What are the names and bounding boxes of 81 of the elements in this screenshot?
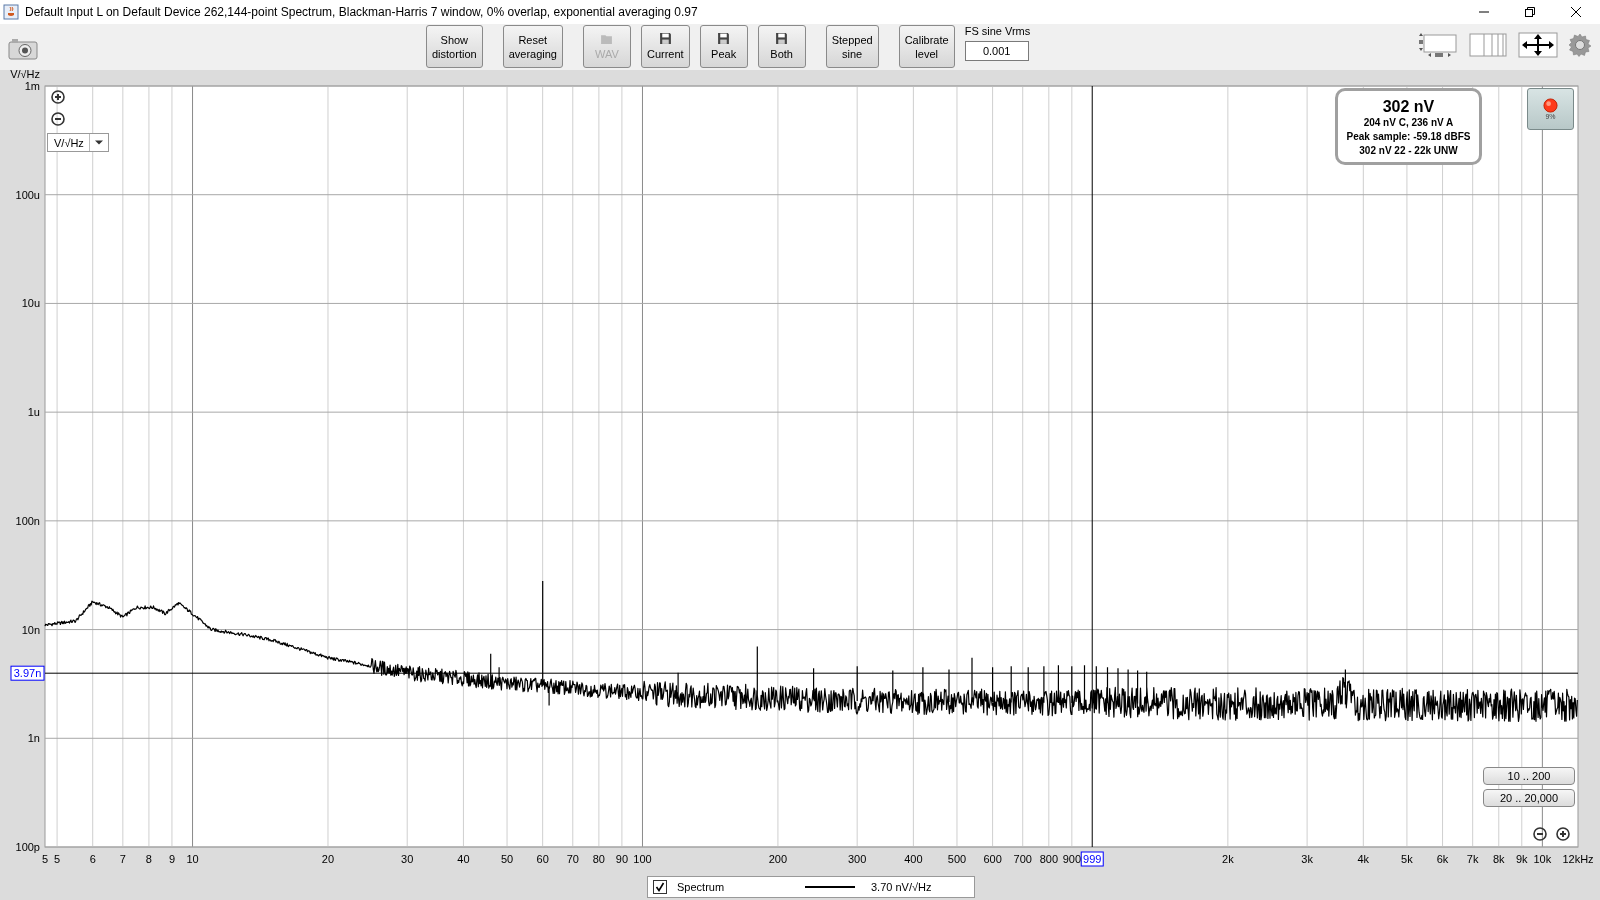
- x-axis-label: 2k: [1222, 853, 1234, 865]
- move-arrows-icon[interactable]: [1518, 32, 1558, 58]
- x-axis-label: 6k: [1436, 853, 1449, 865]
- x-axis-label: 8: [145, 853, 152, 865]
- zoom-in-icon[interactable]: [51, 90, 65, 104]
- zoom-out-icon[interactable]: [1533, 827, 1547, 841]
- y-axis-unit: V/√Hz: [10, 70, 40, 80]
- legend-label: Spectrum: [677, 881, 726, 893]
- x-axis-label: 90: [615, 853, 628, 865]
- cursor-line[interactable]: [1091, 85, 1093, 848]
- x-axis-label: 5: [54, 853, 61, 865]
- cursor-value-label: 3.97n: [10, 665, 45, 681]
- checkbox[interactable]: [653, 880, 667, 894]
- x-axis-label: 3k: [1301, 853, 1313, 865]
- restore-icon[interactable]: [1524, 6, 1536, 18]
- x-axis-label: 7k: [1466, 853, 1479, 865]
- x-axis-label: 700: [1013, 853, 1032, 865]
- toolbar-button[interactable]: Peak: [699, 25, 748, 68]
- x-axis-label: 9k: [1515, 853, 1528, 865]
- x-axis-label: 10k: [1533, 853, 1552, 865]
- cursor-line[interactable]: [44, 672, 1579, 674]
- x-axis-label: 50: [500, 853, 514, 865]
- y-axis-label: 100u: [15, 188, 40, 201]
- y-axis-label: 1u: [27, 406, 40, 419]
- toolbar-button[interactable]: Stepped sine: [825, 25, 879, 68]
- unit-dropdown[interactable]: V/√Hz: [47, 133, 109, 152]
- y-axis-label: 1m: [24, 80, 40, 92]
- x-axis-label: 900: [1062, 853, 1081, 865]
- zoom-out-icon[interactable]: [51, 112, 65, 126]
- x-axis-label: 9: [168, 853, 175, 865]
- toolbar-button[interactable]: Both: [757, 25, 806, 68]
- x-axis-label: 30: [401, 853, 414, 865]
- cursor-value-label: 999: [1080, 851, 1104, 867]
- toolbar-button[interactable]: Current: [640, 25, 690, 68]
- readout-detail: 204 nV C, 236 nV A: [1363, 116, 1454, 130]
- window-title: Default Input L on Default Device 262,144-point Spectrum, Blackman-Harris 7 window, 0% overlap, exponential averaging 0.97: [25, 5, 698, 19]
- x-axis-label: 300: [848, 853, 867, 865]
- x-axis-label: 400: [904, 853, 923, 865]
- x-axis-label: 5: [41, 853, 49, 865]
- x-axis-label: 600: [983, 853, 1002, 865]
- y-axis-label: 10n: [21, 623, 40, 636]
- toolbar-button[interactable]: Calibrate level: [898, 25, 955, 68]
- x-axis-label: 100: [633, 853, 652, 865]
- y-axis-label: 1n: [27, 732, 40, 745]
- x-axis-label: 40: [457, 853, 470, 865]
- y-axis-label: 10u: [21, 297, 40, 310]
- zoom-in-icon[interactable]: [1556, 827, 1570, 841]
- x-axis-label: 500: [947, 853, 967, 865]
- x-axis-label: 200: [768, 853, 788, 865]
- folder-icon: [600, 32, 614, 45]
- camera-icon[interactable]: [8, 38, 38, 60]
- x-axis-label: 70: [566, 853, 579, 865]
- readout-detail: Peak sample: -59.18 dBFS: [1346, 130, 1471, 144]
- x-axis-label: 800: [1039, 853, 1058, 865]
- readout-value: 302 nV: [1382, 97, 1435, 116]
- x-axis-label: 80: [592, 853, 605, 865]
- legend-line-icon: [805, 885, 855, 889]
- x-axis-label: 6: [89, 853, 96, 865]
- x-axis-label: 7: [119, 853, 126, 865]
- settings-icon[interactable]: [1568, 33, 1592, 57]
- x-axis-label: 20: [321, 853, 335, 865]
- toolbar-button[interactable]: Reset averaging: [502, 25, 563, 68]
- x-axis-label: 60: [536, 853, 549, 865]
- layout-icon[interactable]: [1418, 32, 1458, 58]
- x-axis-label: 10: [186, 853, 199, 865]
- y-axis-label: 100n: [15, 514, 40, 527]
- toolbar-button[interactable]: Show distortion: [426, 25, 483, 68]
- status-light-icon: [1543, 98, 1558, 113]
- x-axis-label: 12kHz: [1562, 853, 1594, 865]
- legend-reading: 3.70 nV/√Hz: [871, 881, 932, 893]
- readout-detail: 302 nV 22 - 22k UNW: [1359, 144, 1458, 158]
- x-axis-label: 4k: [1357, 853, 1370, 865]
- range-button[interactable]: 10 .. 200: [1483, 767, 1575, 785]
- field-label: FS sine Vrms: [964, 25, 1031, 37]
- x-axis-label: 5k: [1401, 853, 1413, 865]
- close-icon[interactable]: [1570, 6, 1582, 18]
- fs-sine-field[interactable]: 0.001: [964, 41, 1029, 61]
- x-axis-label: 8k: [1492, 853, 1505, 865]
- app-icon: [3, 4, 19, 20]
- range-button[interactable]: 20 .. 20,000: [1483, 789, 1575, 807]
- y-axis-label: 100p: [15, 841, 40, 853]
